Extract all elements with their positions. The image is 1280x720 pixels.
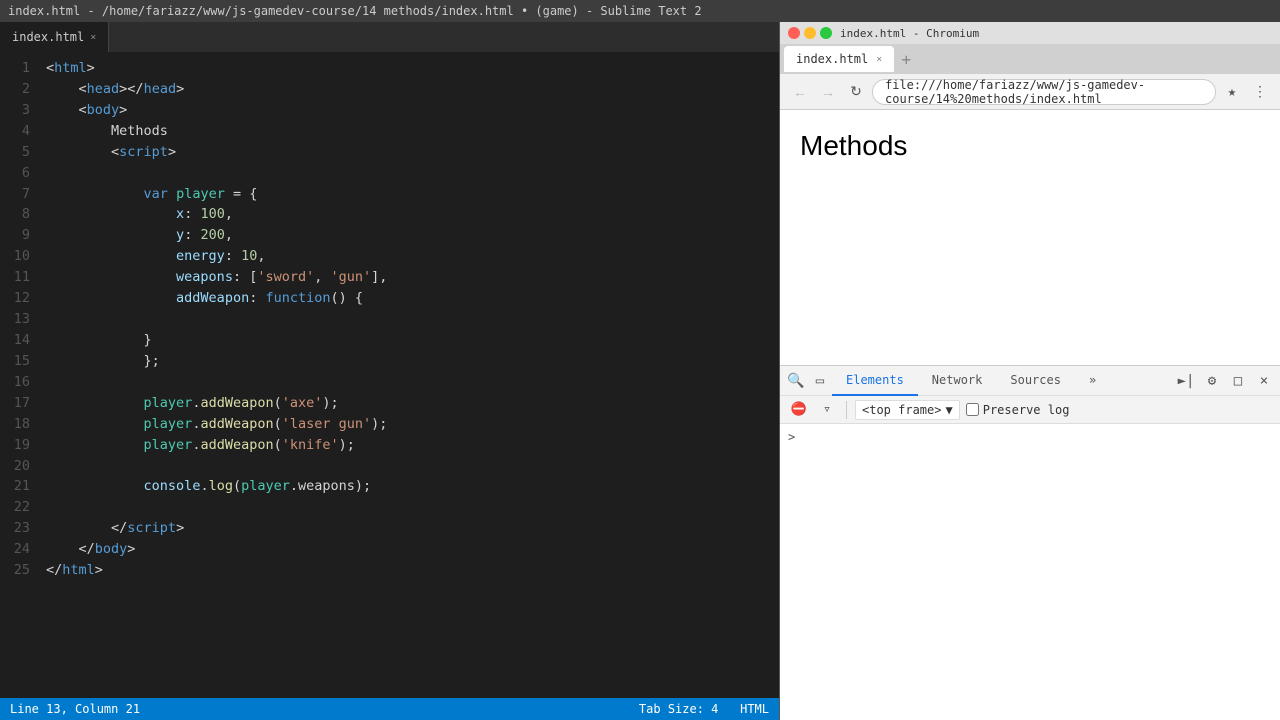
editor-tab-bar: index.html × — [0, 22, 779, 52]
window-min-btn[interactable] — [804, 27, 816, 39]
title-bar: index.html - /home/fariazz/www/js-gamede… — [0, 0, 1280, 22]
tab-more[interactable]: » — [1075, 366, 1110, 396]
execute-icon[interactable]: ►| — [1174, 369, 1198, 393]
devtools-tab-bar: 🔍 ▭ Elements Network Sources » — [780, 366, 1280, 396]
editor-panel: index.html × 123456789101112131415161718… — [0, 22, 780, 720]
close-devtools-button[interactable]: × — [1252, 369, 1276, 393]
browser-tab-close-icon[interactable]: × — [876, 54, 882, 65]
code-line: <script> — [46, 142, 779, 163]
code-area: 1234567891011121314151617181920212223242… — [0, 52, 779, 698]
chrome-menu-button[interactable]: ⋮ — [1248, 80, 1272, 104]
window-close-btn[interactable] — [788, 27, 800, 39]
page-area: Methods — [780, 110, 1280, 365]
frame-selector-label: <top frame> — [862, 403, 941, 417]
new-tab-button[interactable]: + — [894, 47, 918, 71]
browser-tab[interactable]: index.html × — [784, 46, 894, 72]
browser-tab-label: index.html — [796, 52, 868, 66]
devtools-toolbar: ⛔ ▿ <top frame> ▼ Preserve log — [780, 396, 1280, 424]
code-line: energy: 10, — [46, 246, 779, 267]
devtools-right-icons: ►| ⚙ □ × — [1174, 369, 1276, 393]
code-line: console.log(player.weapons); — [46, 476, 779, 497]
code-line: } — [46, 330, 779, 351]
browser-content: Methods 🔍 ▭ Elements Network Sources — [780, 110, 1280, 720]
code-line: addWeapon: function() { — [46, 288, 779, 309]
code-line: </html> — [46, 560, 779, 581]
code-line: </script> — [46, 518, 779, 539]
code-line: }; — [46, 351, 779, 372]
tab-elements-label: Elements — [846, 373, 904, 387]
code-line: weapons: ['sword', 'gun'], — [46, 267, 779, 288]
code-line: var player = { — [46, 184, 779, 205]
code-line: <body> — [46, 100, 779, 121]
editor-tab[interactable]: index.html × — [0, 22, 109, 52]
editor-tab-label: index.html — [12, 30, 84, 44]
frame-selector[interactable]: <top frame> ▼ — [855, 400, 960, 420]
browser-panel: index.html - Chromium index.html × + ← →… — [780, 22, 1280, 720]
devtools-content[interactable]: > — [780, 424, 1280, 720]
preserve-log-label: Preserve log — [983, 403, 1070, 417]
code-line: <html> — [46, 58, 779, 79]
forward-button[interactable]: → — [816, 80, 840, 104]
settings-icon[interactable]: ⚙ — [1200, 369, 1224, 393]
tab-elements[interactable]: Elements — [832, 366, 918, 396]
browser-title-text: index.html - Chromium — [840, 27, 979, 40]
code-content[interactable]: <html> <head></head> <body> Methods <scr… — [42, 52, 779, 698]
window-controls — [788, 27, 832, 39]
frame-selector-chevron: ▼ — [945, 403, 952, 417]
tab-more-label: » — [1089, 373, 1096, 387]
main-area: index.html × 123456789101112131415161718… — [0, 22, 1280, 720]
device-toolbar-icon[interactable]: ▭ — [808, 369, 832, 393]
reload-button[interactable]: ↻ — [844, 80, 868, 104]
line-numbers: 1234567891011121314151617181920212223242… — [0, 52, 42, 698]
code-line: player.addWeapon('axe'); — [46, 393, 779, 414]
code-line — [46, 309, 779, 330]
inspect-element-icon[interactable]: 🔍 — [784, 369, 808, 393]
title-text: index.html - /home/fariazz/www/js-gamede… — [8, 4, 702, 18]
tab-sources-label: Sources — [1010, 373, 1061, 387]
back-button[interactable]: ← — [788, 80, 812, 104]
status-position: Line 13, Column 21 — [10, 702, 140, 716]
toolbar-separator — [846, 401, 847, 419]
code-line: player.addWeapon('knife'); — [46, 435, 779, 456]
browser-nav-bar: ← → ↻ file:///home/fariazz/www/js-gamede… — [780, 74, 1280, 110]
code-line — [46, 497, 779, 518]
bookmark-button[interactable]: ★ — [1220, 80, 1244, 104]
status-bar: Line 13, Column 21 Tab Size: 4 HTML — [0, 698, 779, 720]
preserve-log-checkbox[interactable] — [966, 403, 979, 416]
code-line: player.addWeapon('laser gun'); — [46, 414, 779, 435]
page-heading: Methods — [800, 130, 1260, 162]
preserve-log-container: Preserve log — [966, 403, 1070, 417]
dock-icon[interactable]: □ — [1226, 369, 1250, 393]
code-line: x: 100, — [46, 204, 779, 225]
code-line — [46, 456, 779, 477]
console-prompt-row[interactable]: > — [780, 428, 1280, 446]
code-line: y: 200, — [46, 225, 779, 246]
window-max-btn[interactable] — [820, 27, 832, 39]
clear-console-button[interactable]: ⛔ — [788, 399, 810, 421]
browser-title-bar: index.html - Chromium — [780, 22, 1280, 44]
code-line: <head></head> — [46, 79, 779, 100]
tab-network[interactable]: Network — [918, 366, 997, 396]
code-line — [46, 372, 779, 393]
address-bar[interactable]: file:///home/fariazz/www/js-gamedev-cour… — [872, 79, 1216, 105]
status-right: Tab Size: 4 HTML — [639, 702, 769, 716]
code-line — [46, 163, 779, 184]
devtools-panel: 🔍 ▭ Elements Network Sources » — [780, 365, 1280, 720]
code-line: </body> — [46, 539, 779, 560]
editor-tab-close[interactable]: × — [90, 32, 96, 43]
code-line: Methods — [46, 121, 779, 142]
filter-button[interactable]: ▿ — [816, 399, 838, 421]
console-arrow-icon: > — [788, 430, 795, 444]
url-text: file:///home/fariazz/www/js-gamedev-cour… — [885, 78, 1203, 106]
browser-tab-bar: index.html × + — [780, 44, 1280, 74]
tab-sources[interactable]: Sources — [996, 366, 1075, 396]
tab-network-label: Network — [932, 373, 983, 387]
